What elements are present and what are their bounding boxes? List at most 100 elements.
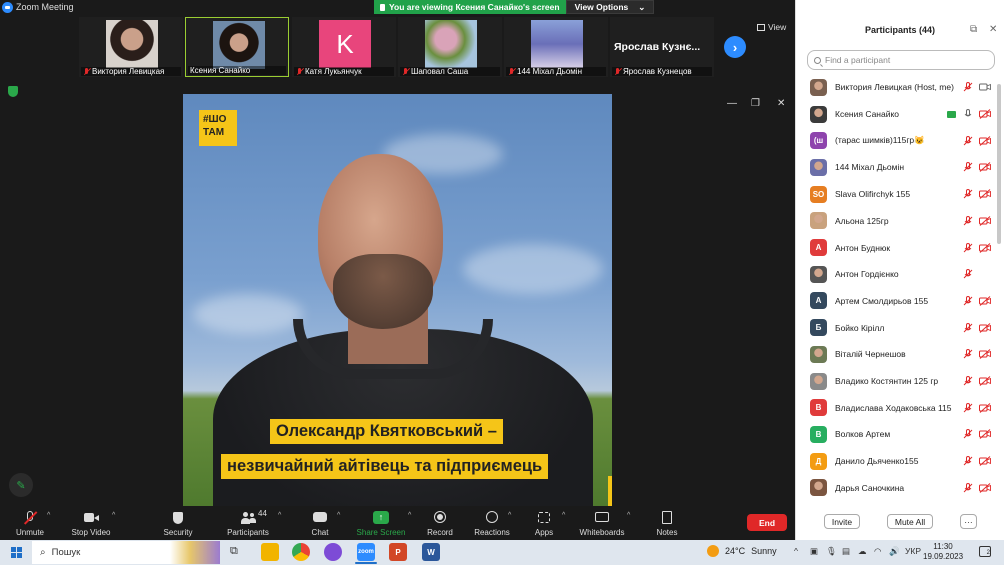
video-off-icon[interactable] <box>979 482 991 493</box>
close-panel-icon[interactable]: ✕ <box>989 24 997 35</box>
whiteboards-button[interactable]: Whiteboards <box>578 506 626 540</box>
mic-muted-icon[interactable] <box>963 295 973 306</box>
video-off-icon[interactable] <box>979 322 991 333</box>
participant-row[interactable]: А Артем Смолдирьов 155 <box>796 288 1004 315</box>
invite-button[interactable]: Invite <box>824 514 860 529</box>
thumbnail-ksenia[interactable]: Ксения Санайко <box>185 17 289 77</box>
reactions-button[interactable]: Reactions <box>472 506 512 540</box>
thumbnail-viktoria[interactable]: Виктория Левицкая <box>79 17 183 77</box>
participant-row[interactable]: Д Данило Дьяченко155 <box>796 448 1004 475</box>
windows-start-icon[interactable] <box>11 547 22 558</box>
volume-icon[interactable]: 🔊 <box>889 546 900 557</box>
chrome-icon[interactable] <box>292 543 310 561</box>
participant-row[interactable]: Владико Костянтин 125 гр <box>796 368 1004 395</box>
participant-row[interactable]: Б Бойко Кірілл <box>796 314 1004 341</box>
participants-options-caret[interactable]: ^ <box>278 512 281 519</box>
participant-row[interactable]: (ш (тарас шимків)115гр😺 <box>796 127 1004 154</box>
record-button[interactable]: Record <box>425 506 455 540</box>
video-off-icon[interactable] <box>979 296 991 306</box>
apps-options-caret[interactable]: ^ <box>562 512 565 519</box>
mic-icon[interactable] <box>963 109 973 119</box>
mic-muted-icon[interactable] <box>963 349 973 359</box>
participant-row[interactable]: Альона 125гр <box>796 208 1004 235</box>
file-explorer-icon[interactable] <box>261 543 279 561</box>
participant-row[interactable]: SO Slava Olifirchyk 155 <box>796 181 1004 208</box>
mic-muted-icon[interactable] <box>963 322 973 333</box>
mic-muted-icon[interactable] <box>963 162 973 172</box>
thumbnail-yaroslav[interactable]: Ярослав Кузнє... Ярослав Кузнецов <box>610 17 714 77</box>
participant-row[interactable]: 144 Міхал Дьомін <box>796 154 1004 181</box>
notes-button[interactable]: Notes <box>654 506 680 540</box>
display-tray-icon[interactable]: ▤ <box>842 546 850 557</box>
participant-list-scrollbar[interactable] <box>997 84 1001 244</box>
apps-button[interactable]: Apps <box>532 506 556 540</box>
reactions-options-caret[interactable]: ^ <box>508 512 511 519</box>
thumbnail-shapoval[interactable]: Шаповал Саша <box>398 17 502 77</box>
onedrive-icon[interactable]: ☁ <box>858 546 867 557</box>
keyboard-language[interactable]: УКР <box>905 546 921 556</box>
powerpoint-icon[interactable]: P <box>389 543 407 561</box>
participant-search-input[interactable]: Find a participant <box>807 50 995 70</box>
video-off-icon[interactable] <box>979 376 991 386</box>
whiteboards-options-caret[interactable]: ^ <box>627 512 630 519</box>
participant-row[interactable]: Ксения Санайко <box>796 101 1004 128</box>
popout-icon[interactable]: ⧉ <box>970 24 977 35</box>
mic-muted-icon[interactable] <box>963 269 973 279</box>
notification-center-icon[interactable]: 2 <box>979 546 991 557</box>
view-options-button[interactable]: View Options ⌄ <box>565 0 655 14</box>
chat-options-caret[interactable]: ^ <box>337 512 340 519</box>
messenger-icon[interactable] <box>324 543 342 561</box>
task-view-icon[interactable]: ⧉ <box>230 545 238 558</box>
minimize-share-button[interactable]: — <box>727 98 737 109</box>
mic-muted-icon[interactable] <box>963 135 973 146</box>
video-off-icon[interactable] <box>979 402 991 413</box>
participant-row[interactable]: В Владислава Ходаковська 115 <box>796 394 1004 421</box>
video-off-icon[interactable] <box>979 215 991 226</box>
thumbnail-katya[interactable]: K Катя Лукьянчук <box>292 17 396 77</box>
mic-muted-icon[interactable] <box>963 402 973 413</box>
mic-muted-icon[interactable] <box>963 82 973 92</box>
mic-muted-icon[interactable] <box>963 456 973 466</box>
video-off-icon[interactable] <box>979 109 991 119</box>
participant-row[interactable]: А Антон Буднюк <box>796 234 1004 261</box>
video-off-icon[interactable] <box>979 135 991 146</box>
tray-overflow-icon[interactable]: ^ <box>794 546 798 556</box>
more-options-button[interactable]: ··· <box>960 514 977 529</box>
video-off-icon[interactable] <box>979 456 991 467</box>
mic-muted-icon[interactable] <box>963 376 973 386</box>
share-screen-button[interactable]: ↑ Share Screen <box>356 506 406 540</box>
video-off-icon[interactable] <box>979 189 991 200</box>
restore-share-button[interactable]: ❐ <box>751 98 760 109</box>
mic-tray-icon[interactable]: 🎙 <box>826 546 837 557</box>
view-button[interactable]: View <box>757 22 786 32</box>
wifi-icon[interactable]: ◠ <box>874 546 881 557</box>
mute-all-button[interactable]: Mute All <box>887 514 933 529</box>
video-options-caret[interactable]: ^ <box>112 512 115 519</box>
zoom-app-icon[interactable]: zoom <box>357 543 375 561</box>
chat-button[interactable]: Chat <box>307 506 333 540</box>
mic-muted-icon[interactable] <box>963 429 973 439</box>
unmute-button[interactable]: Unmute <box>14 506 46 540</box>
video-off-icon[interactable] <box>979 242 991 253</box>
share-options-caret[interactable]: ^ <box>408 512 411 519</box>
weather-widget[interactable]: 24°C Sunny <box>707 545 777 557</box>
audio-options-caret[interactable]: ^ <box>47 512 50 519</box>
clock[interactable]: 11:30 19.09.2023 <box>923 542 963 562</box>
tray-app-icon[interactable]: ▣ <box>810 546 818 557</box>
participant-row[interactable]: Віталій Чернешов <box>796 341 1004 368</box>
stop-video-button[interactable]: Stop Video <box>70 506 112 540</box>
end-meeting-button[interactable]: End <box>747 514 787 531</box>
participant-row[interactable]: Дарья Саночкина <box>796 475 1004 500</box>
mic-muted-icon[interactable] <box>963 242 973 253</box>
thumbnail-mikhal[interactable]: 144 Міхал Дьомін <box>504 17 608 77</box>
word-icon[interactable]: W <box>422 543 440 561</box>
mic-muted-icon[interactable] <box>963 189 973 199</box>
participant-row[interactable]: Виктория Левицкая (Host, me) <box>796 74 1004 101</box>
taskbar-search-box[interactable]: ⌕ Пошук <box>32 541 220 564</box>
annotate-button[interactable]: ✎ <box>9 473 33 497</box>
encryption-shield-icon[interactable] <box>8 86 18 97</box>
video-off-icon[interactable] <box>979 429 991 440</box>
security-button[interactable]: Security <box>163 506 193 540</box>
next-page-button[interactable]: › <box>724 36 746 58</box>
video-off-icon[interactable] <box>979 162 991 173</box>
